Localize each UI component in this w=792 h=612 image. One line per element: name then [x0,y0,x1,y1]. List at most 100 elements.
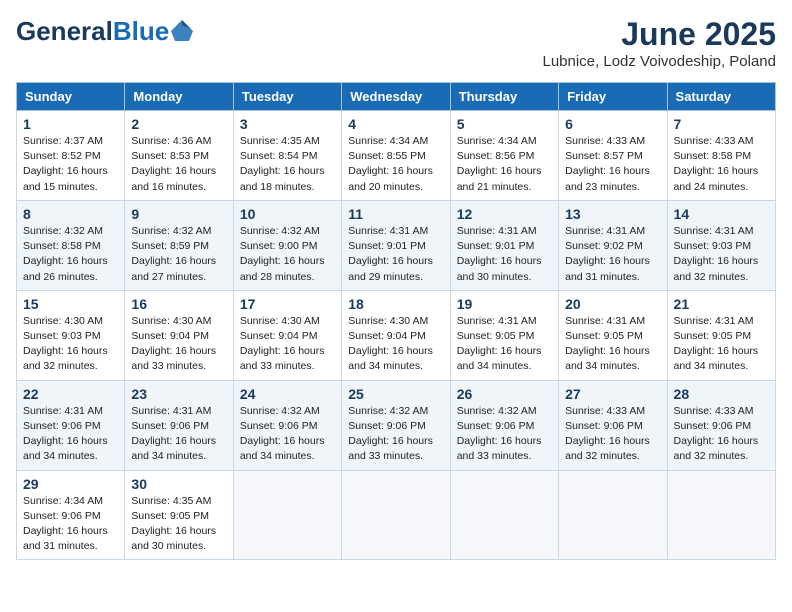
day-info: Sunrise: 4:32 AMSunset: 8:59 PMDaylight:… [131,224,226,285]
calendar-cell: 3 Sunrise: 4:35 AMSunset: 8:54 PMDaylight… [233,111,341,201]
calendar-cell: 9 Sunrise: 4:32 AMSunset: 8:59 PMDaylight… [125,200,233,290]
day-info: Sunrise: 4:31 AMSunset: 9:01 PMDaylight:… [457,224,552,285]
day-number: 5 [457,116,552,132]
day-number: 14 [674,206,769,222]
calendar-cell [233,470,341,560]
day-info: Sunrise: 4:30 AMSunset: 9:04 PMDaylight:… [240,314,335,375]
calendar-cell: 17 Sunrise: 4:30 AMSunset: 9:04 PMDayligh… [233,290,341,380]
day-info: Sunrise: 4:31 AMSunset: 9:05 PMDaylight:… [457,314,552,375]
day-info: Sunrise: 4:34 AMSunset: 8:56 PMDaylight:… [457,134,552,195]
day-info: Sunrise: 4:36 AMSunset: 8:53 PMDaylight:… [131,134,226,195]
calendar-cell: 25 Sunrise: 4:32 AMSunset: 9:06 PMDayligh… [342,380,450,470]
day-info: Sunrise: 4:31 AMSunset: 9:06 PMDaylight:… [131,404,226,465]
title-block: June 2025 Lubnice, Lodz Voivodeship, Pol… [542,16,776,70]
calendar-cell: 27 Sunrise: 4:33 AMSunset: 9:06 PMDayligh… [559,380,667,470]
calendar-cell: 10 Sunrise: 4:32 AMSunset: 9:00 PMDayligh… [233,200,341,290]
day-number: 27 [565,386,660,402]
day-number: 2 [131,116,226,132]
calendar-week-5: 29 Sunrise: 4:34 AMSunset: 9:06 PMDayligh… [17,470,776,560]
day-number: 4 [348,116,443,132]
calendar-cell: 12 Sunrise: 4:31 AMSunset: 9:01 PMDayligh… [450,200,558,290]
calendar-week-3: 15 Sunrise: 4:30 AMSunset: 9:03 PMDayligh… [17,290,776,380]
day-number: 16 [131,296,226,312]
day-info: Sunrise: 4:37 AMSunset: 8:52 PMDaylight:… [23,134,118,195]
calendar-cell: 26Sunrise: 4:32 AMSunset: 9:06 PMDayligh… [450,380,558,470]
calendar-cell: 15 Sunrise: 4:30 AMSunset: 9:03 PMDayligh… [17,290,125,380]
column-header-monday: Monday [125,83,233,111]
day-number: 8 [23,206,118,222]
day-info: Sunrise: 4:32 AMSunset: 9:06 PMDaylight:… [348,404,443,465]
day-number: 3 [240,116,335,132]
day-info: Sunrise: 4:31 AMSunset: 9:05 PMDaylight:… [674,314,769,375]
day-number: 9 [131,206,226,222]
day-info: Sunrise: 4:30 AMSunset: 9:04 PMDaylight:… [348,314,443,375]
calendar-cell: 14 Sunrise: 4:31 AMSunset: 9:03 PMDayligh… [667,200,775,290]
column-header-friday: Friday [559,83,667,111]
calendar-week-4: 22 Sunrise: 4:31 AMSunset: 9:06 PMDayligh… [17,380,776,470]
calendar-cell: 11 Sunrise: 4:31 AMSunset: 9:01 PMDayligh… [342,200,450,290]
day-info: Sunrise: 4:31 AMSunset: 9:06 PMDaylight:… [23,404,118,465]
logo-icon [171,19,193,41]
day-number: 19 [457,296,552,312]
day-info: Sunrise: 4:32 AMSunset: 9:06 PMDaylight:… [240,404,335,465]
day-info: Sunrise: 4:33 AMSunset: 9:06 PMDaylight:… [565,404,660,465]
day-number: 22 [23,386,118,402]
subtitle: Lubnice, Lodz Voivodeship, Poland [542,53,776,70]
day-info: Sunrise: 4:33 AMSunset: 9:06 PMDaylight:… [674,404,769,465]
calendar-cell: 13 Sunrise: 4:31 AMSunset: 9:02 PMDayligh… [559,200,667,290]
calendar-cell: 7 Sunrise: 4:33 AMSunset: 8:58 PMDaylight… [667,111,775,201]
day-info: Sunrise: 4:35 AMSunset: 8:54 PMDaylight:… [240,134,335,195]
day-number: 11 [348,206,443,222]
day-number: 13 [565,206,660,222]
day-number: 17 [240,296,335,312]
calendar-cell [450,470,558,560]
column-header-sunday: Sunday [17,83,125,111]
calendar-cell: 30Sunrise: 4:35 AMSunset: 9:05 PMDayligh… [125,470,233,560]
day-info: Sunrise: 4:34 AMSunset: 9:06 PMDaylight:… [23,494,118,555]
day-info: Sunrise: 4:30 AMSunset: 9:04 PMDaylight:… [131,314,226,375]
day-number: 20 [565,296,660,312]
day-number: 23 [131,386,226,402]
day-number: 25 [348,386,443,402]
calendar-cell: 22 Sunrise: 4:31 AMSunset: 9:06 PMDayligh… [17,380,125,470]
calendar-cell: 21Sunrise: 4:31 AMSunset: 9:05 PMDayligh… [667,290,775,380]
day-number: 15 [23,296,118,312]
day-number: 10 [240,206,335,222]
calendar-cell: 24Sunrise: 4:32 AMSunset: 9:06 PMDayligh… [233,380,341,470]
calendar-cell: 29 Sunrise: 4:34 AMSunset: 9:06 PMDayligh… [17,470,125,560]
day-info: Sunrise: 4:31 AMSunset: 9:01 PMDaylight:… [348,224,443,285]
logo: GeneralBlue [16,16,193,47]
calendar-week-1: 1Sunrise: 4:37 AMSunset: 8:52 PMDaylight… [17,111,776,201]
day-number: 26 [457,386,552,402]
day-number: 6 [565,116,660,132]
day-number: 12 [457,206,552,222]
column-header-thursday: Thursday [450,83,558,111]
calendar-cell: 28Sunrise: 4:33 AMSunset: 9:06 PMDayligh… [667,380,775,470]
calendar-cell: 6 Sunrise: 4:33 AMSunset: 8:57 PMDaylight… [559,111,667,201]
main-title: June 2025 [542,16,776,53]
day-number: 7 [674,116,769,132]
calendar-cell: 18 Sunrise: 4:30 AMSunset: 9:04 PMDayligh… [342,290,450,380]
day-number: 29 [23,476,118,492]
column-header-saturday: Saturday [667,83,775,111]
day-info: Sunrise: 4:31 AMSunset: 9:03 PMDaylight:… [674,224,769,285]
column-header-wednesday: Wednesday [342,83,450,111]
calendar-cell [342,470,450,560]
calendar-week-2: 8Sunrise: 4:32 AMSunset: 8:58 PMDaylight… [17,200,776,290]
calendar-cell: 16 Sunrise: 4:30 AMSunset: 9:04 PMDayligh… [125,290,233,380]
day-info: Sunrise: 4:33 AMSunset: 8:58 PMDaylight:… [674,134,769,195]
day-number: 30 [131,476,226,492]
day-info: Sunrise: 4:31 AMSunset: 9:02 PMDaylight:… [565,224,660,285]
calendar-cell: 1Sunrise: 4:37 AMSunset: 8:52 PMDaylight… [17,111,125,201]
column-header-tuesday: Tuesday [233,83,341,111]
day-info: Sunrise: 4:32 AMSunset: 9:00 PMDaylight:… [240,224,335,285]
day-info: Sunrise: 4:33 AMSunset: 8:57 PMDaylight:… [565,134,660,195]
calendar-cell: 2 Sunrise: 4:36 AMSunset: 8:53 PMDaylight… [125,111,233,201]
calendar-table: SundayMondayTuesdayWednesdayThursdayFrid… [16,82,776,560]
calendar-cell: 19 Sunrise: 4:31 AMSunset: 9:05 PMDayligh… [450,290,558,380]
day-number: 18 [348,296,443,312]
calendar-cell: 20Sunrise: 4:31 AMSunset: 9:05 PMDayligh… [559,290,667,380]
day-info: Sunrise: 4:30 AMSunset: 9:03 PMDaylight:… [23,314,118,375]
calendar-cell: 4Sunrise: 4:34 AMSunset: 8:55 PMDaylight… [342,111,450,201]
calendar-cell [667,470,775,560]
